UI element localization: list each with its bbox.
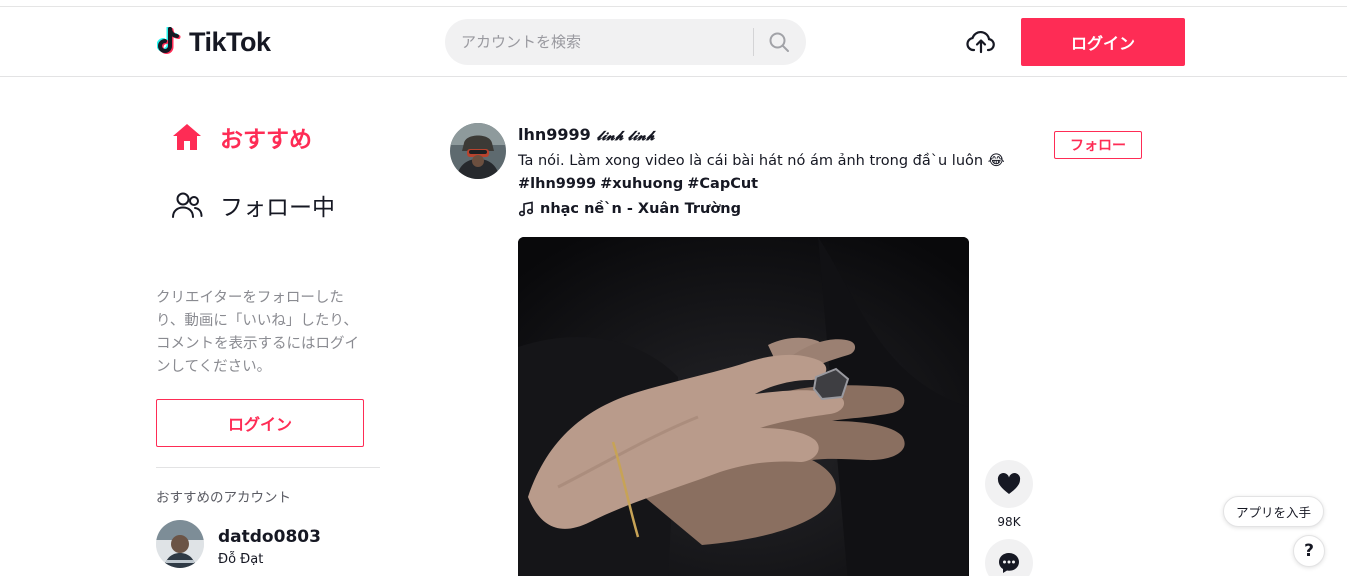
account-nickname: Đỗ Đạt	[218, 552, 264, 567]
search-box	[445, 19, 806, 65]
like-action: 98K	[985, 460, 1033, 529]
suggested-account-item[interactable]: datdo0803 Đỗ Đạt	[156, 520, 321, 568]
hashtag-link[interactable]: #lhn9999	[518, 173, 596, 196]
search-button[interactable]	[754, 19, 804, 65]
search-icon	[769, 32, 789, 52]
video-player[interactable]	[518, 237, 969, 576]
hashtag-link[interactable]: #CapCut	[687, 173, 758, 196]
login-hint-text: クリエイターをフォローしたり、動画に「いいね」したり、コメントを表示するにはログ…	[156, 290, 359, 375]
logo-wordmark: TikTok	[189, 26, 271, 57]
follow-button[interactable]: フォロー	[1054, 131, 1142, 159]
nav-item-label: フォロー中	[220, 195, 335, 221]
post-author[interactable]: lhn9999 𝓵𝓲𝓷𝓱 𝓵𝓲𝓷𝓱	[518, 125, 655, 144]
cloud-upload-icon	[966, 30, 995, 54]
hashtag-list: #lhn9999 #xuhuong #CapCut	[518, 173, 1038, 196]
post-caption: Ta nói. Làm xong video là cái bài hát nó…	[518, 153, 1005, 169]
like-count: 98K	[997, 515, 1021, 529]
header-login-button[interactable]: ログイン	[1021, 18, 1185, 66]
hashtag-link[interactable]: #xuhuong	[600, 173, 683, 196]
browser-top-strip	[0, 0, 1347, 7]
music-link[interactable]: nhạc nề`n - Xuân Trường	[518, 201, 741, 217]
comment-action	[985, 539, 1033, 576]
sidebar-divider	[156, 467, 380, 468]
post-description: Ta nói. Làm xong video là cái bài hát nó…	[518, 150, 1038, 196]
upload-button[interactable]	[965, 27, 997, 57]
post-nickname: 𝓵𝓲𝓷𝓱 𝓵𝓲𝓷𝓱	[596, 129, 655, 144]
top-header: TikTok ログイン	[0, 7, 1347, 77]
nav-item-following[interactable]: フォロー中	[170, 188, 335, 222]
like-button[interactable]	[985, 460, 1033, 508]
account-username: datdo0803	[218, 527, 321, 547]
comment-button[interactable]	[985, 539, 1033, 576]
nav-item-for-you[interactable]: おすすめ	[170, 120, 312, 154]
home-icon	[170, 120, 204, 154]
comment-icon	[999, 553, 1019, 573]
tiktok-note-icon	[156, 26, 183, 57]
tiktok-logo[interactable]: TikTok	[156, 25, 271, 59]
get-app-button[interactable]: アプリを入手	[1223, 496, 1324, 527]
video-frame	[518, 237, 969, 576]
people-icon	[170, 188, 204, 222]
sidebar-login-button[interactable]: ログイン	[156, 399, 364, 447]
account-avatar	[156, 520, 204, 568]
search-input[interactable]	[445, 19, 735, 65]
nav-item-label: おすすめ	[220, 127, 312, 153]
suggested-accounts-title: おすすめのアカウント	[156, 490, 291, 506]
music-note-icon	[518, 201, 534, 217]
heart-icon	[997, 473, 1021, 494]
help-button[interactable]: ?	[1293, 535, 1325, 567]
post-username: lhn9999	[518, 125, 591, 144]
post-author-avatar[interactable]	[450, 123, 506, 179]
music-title: nhạc nề`n - Xuân Trường	[540, 201, 742, 217]
